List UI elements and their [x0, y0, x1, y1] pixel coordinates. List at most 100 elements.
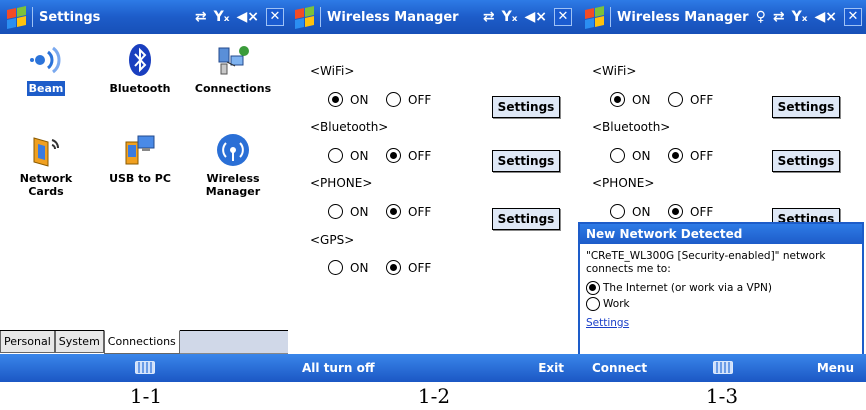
option-label: ON	[632, 204, 651, 219]
option-label: ON	[632, 92, 651, 107]
wifi-heading: <WiFi>	[310, 64, 355, 78]
bluetooth-on-option[interactable]: ON	[328, 148, 368, 163]
radio-button[interactable]	[668, 204, 683, 219]
option-label: ON	[350, 204, 369, 219]
windows-start-icon[interactable]	[5, 6, 27, 29]
option-work[interactable]: Work	[586, 297, 856, 311]
radio-button[interactable]	[386, 148, 401, 163]
connectivity-icon[interactable]: ⇄	[773, 9, 785, 25]
notification-title: New Network Detected	[580, 224, 862, 244]
exit-softkey[interactable]: Exit	[538, 361, 564, 375]
close-icon[interactable]: ✕	[266, 8, 284, 26]
connectivity-icon[interactable]: ⇄	[483, 9, 495, 25]
radio-button[interactable]	[386, 92, 401, 107]
phone-off-option[interactable]: OFF	[386, 204, 431, 219]
option-internet[interactable]: The Internet (or work via a VPN)	[586, 281, 856, 295]
wifi-on-option[interactable]: ON	[328, 92, 368, 107]
keyboard-icon[interactable]	[135, 361, 155, 374]
tab-system[interactable]: System	[54, 331, 104, 353]
menu-softkey[interactable]: Menu	[817, 361, 854, 375]
radio-button[interactable]	[386, 260, 401, 275]
title-separator	[32, 7, 33, 27]
settings-screen: Settings ⇄ Yₓ ◀× ✕ Beam Bluetooth Connec…	[0, 0, 290, 382]
option-label: The Internet (or work via a VPN)	[603, 281, 772, 294]
radio-button[interactable]	[586, 297, 600, 311]
wifi-settings-button[interactable]: Settings	[772, 96, 840, 118]
bluetooth-settings-button[interactable]: Settings	[492, 150, 560, 172]
radio-button[interactable]	[610, 204, 625, 219]
title-bar: Wireless Manager ♀ ⇄ Yₓ ◀× ✕	[578, 0, 866, 34]
caption-1-3: 1-3	[705, 384, 739, 408]
title-bar: Settings ⇄ Yₓ ◀× ✕	[0, 0, 290, 34]
option-label: OFF	[690, 148, 714, 163]
phone-on-option[interactable]: ON	[610, 204, 650, 219]
radio-button[interactable]	[386, 204, 401, 219]
title-separator	[320, 7, 321, 27]
radio-button[interactable]	[328, 148, 343, 163]
phone-on-option[interactable]: ON	[328, 204, 368, 219]
app-connections[interactable]: Connections	[188, 42, 278, 95]
radio-button[interactable]	[328, 260, 343, 275]
title-separator	[610, 7, 611, 27]
wifi-settings-button[interactable]: Settings	[492, 96, 560, 118]
signal-off-icon[interactable]: Yₓ	[214, 9, 230, 25]
radio-button[interactable]	[668, 148, 683, 163]
app-network-cards[interactable]: Network Cards	[1, 132, 91, 198]
phone-off-option[interactable]: OFF	[668, 204, 713, 219]
app-label: Wireless Manager	[205, 172, 261, 198]
softkey-bar	[0, 354, 290, 382]
connectivity-icon[interactable]: ⇄	[195, 9, 207, 25]
wifi-heading: <WiFi>	[592, 64, 637, 78]
app-wireless-manager[interactable]: Wireless Manager	[188, 132, 278, 198]
radio-button[interactable]	[668, 92, 683, 107]
wireless-manager-notification-screen: Wireless Manager ♀ ⇄ Yₓ ◀× ✕ <WiFi> ON O…	[578, 0, 866, 382]
tab-personal[interactable]: Personal	[0, 331, 55, 353]
connect-softkey[interactable]: Connect	[592, 361, 647, 375]
phone-settings-button[interactable]: Settings	[492, 208, 560, 230]
wifi-on-option[interactable]: ON	[610, 92, 650, 107]
radio-button[interactable]	[328, 92, 343, 107]
option-label: OFF	[408, 260, 432, 275]
close-icon[interactable]: ✕	[844, 8, 862, 26]
option-label: Work	[603, 297, 630, 310]
windows-start-icon[interactable]	[583, 6, 605, 29]
speaker-mute-icon[interactable]: ◀×	[525, 9, 548, 25]
bluetooth-settings-button[interactable]: Settings	[772, 150, 840, 172]
caption-1-1: 1-1	[129, 384, 163, 408]
gps-on-option[interactable]: ON	[328, 260, 368, 275]
windows-start-icon[interactable]	[293, 6, 315, 29]
bluetooth-off-option[interactable]: OFF	[668, 148, 713, 163]
wifi-off-option[interactable]: OFF	[668, 92, 713, 107]
connections-icon	[215, 42, 251, 78]
notification-message: "CReTE_WL300G [Security-enabled]" networ…	[586, 250, 826, 275]
signal-off-icon[interactable]: Yₓ	[502, 9, 518, 25]
bluetooth-icon	[122, 42, 158, 78]
all-turn-off-softkey[interactable]: All turn off	[302, 361, 375, 375]
radio-button[interactable]	[610, 148, 625, 163]
wifi-off-option[interactable]: OFF	[386, 92, 431, 107]
app-bluetooth[interactable]: Bluetooth	[95, 42, 185, 95]
speaker-mute-icon[interactable]: ◀×	[815, 9, 838, 25]
radio-button[interactable]	[610, 92, 625, 107]
radio-button[interactable]	[328, 204, 343, 219]
notification-settings-link[interactable]: Settings	[586, 317, 629, 330]
phone-heading: <PHONE>	[592, 176, 655, 190]
tab-connections[interactable]: Connections	[103, 330, 180, 354]
signal-off-icon[interactable]: Yₓ	[792, 9, 808, 25]
close-icon[interactable]: ✕	[554, 8, 572, 26]
speaker-mute-icon[interactable]: ◀×	[237, 9, 260, 25]
keyboard-icon[interactable]	[713, 361, 733, 374]
bluetooth-off-option[interactable]: OFF	[386, 148, 431, 163]
option-label: OFF	[408, 148, 432, 163]
option-label: ON	[350, 260, 369, 275]
window-title: Wireless Manager	[327, 9, 459, 25]
app-usb-to-pc[interactable]: USB to PC	[95, 132, 185, 185]
network-cards-icon	[28, 132, 64, 168]
radio-button[interactable]	[586, 281, 600, 295]
notification-bulb-icon[interactable]: ♀	[756, 9, 766, 25]
bluetooth-on-option[interactable]: ON	[610, 148, 650, 163]
gps-off-option[interactable]: OFF	[386, 260, 431, 275]
tab-strip-filler	[179, 331, 290, 354]
caption-1-2: 1-2	[417, 384, 451, 408]
app-beam[interactable]: Beam	[1, 42, 91, 96]
